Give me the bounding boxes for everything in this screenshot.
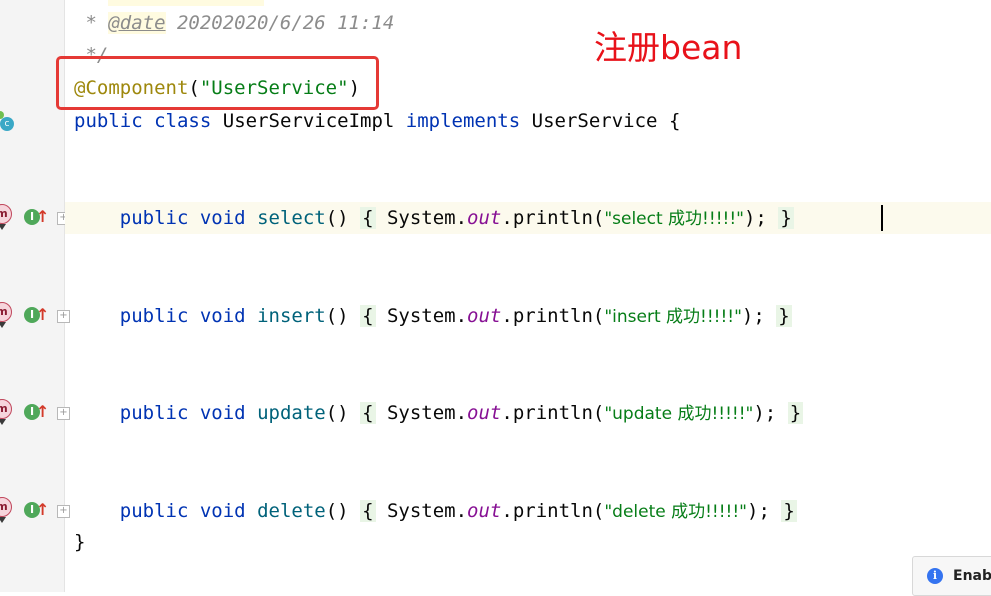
method-icon[interactable]: m xyxy=(0,302,12,328)
override-arrow-icon[interactable]: ↑ xyxy=(36,403,49,421)
code-line-method: public void insert() { System.out.printl… xyxy=(119,305,792,327)
method-name: delete xyxy=(257,500,326,522)
code-line-doc-date: * @date 20202020/6/26 11:14 xyxy=(74,12,395,34)
text-caret xyxy=(881,205,883,231)
method-icon[interactable]: m xyxy=(0,399,12,425)
method-icon[interactable]: m xyxy=(0,204,12,230)
class-icon[interactable]: c xyxy=(0,117,14,131)
folded-block-close[interactable]: } xyxy=(781,500,797,522)
folded-block-open[interactable]: { xyxy=(360,500,376,522)
folded-block-open[interactable]: { xyxy=(360,402,376,424)
class-name: UserServiceImpl xyxy=(222,110,395,132)
annotation-note: 注册bean xyxy=(594,28,743,67)
annotation-highlight-box xyxy=(56,56,379,110)
info-icon: i xyxy=(927,568,943,584)
code-line-method: public void delete() { System.out.printl… xyxy=(119,500,797,522)
method-name: select xyxy=(257,207,326,229)
override-arrow-icon[interactable]: ↑ xyxy=(36,501,49,519)
override-arrow-icon[interactable]: ↑ xyxy=(36,306,49,324)
folded-block-close[interactable]: } xyxy=(776,305,792,327)
string-literal: "select 成功!!!!!" xyxy=(604,209,744,229)
method-name: insert xyxy=(257,305,326,327)
code-line-method: public void select() { System.out.printl… xyxy=(119,207,794,229)
folded-block-open[interactable]: { xyxy=(360,207,376,229)
notification-balloon[interactable]: i Enab xyxy=(912,556,991,596)
folded-block-open[interactable]: { xyxy=(360,305,376,327)
string-literal: "insert 成功!!!!!" xyxy=(604,307,742,327)
javadoc-tag: @date xyxy=(108,12,166,34)
method-name: update xyxy=(257,402,326,424)
code-line-method: public void update() { System.out.printl… xyxy=(119,402,804,424)
method-icon[interactable]: m xyxy=(0,497,12,523)
notification-text[interactable]: Enab xyxy=(953,568,991,584)
code-line-class-close: } xyxy=(74,531,86,553)
override-arrow-icon[interactable]: ↑ xyxy=(36,208,49,226)
string-literal: "update 成功!!!!!" xyxy=(604,404,754,424)
folded-block-close[interactable]: } xyxy=(787,402,804,424)
interface-name: UserService xyxy=(531,110,658,132)
folded-block-close[interactable]: } xyxy=(778,207,794,229)
code-line-class-declaration: public class UserServiceImpl implements … xyxy=(74,110,681,132)
string-literal: "delete 成功!!!!!" xyxy=(604,502,748,522)
